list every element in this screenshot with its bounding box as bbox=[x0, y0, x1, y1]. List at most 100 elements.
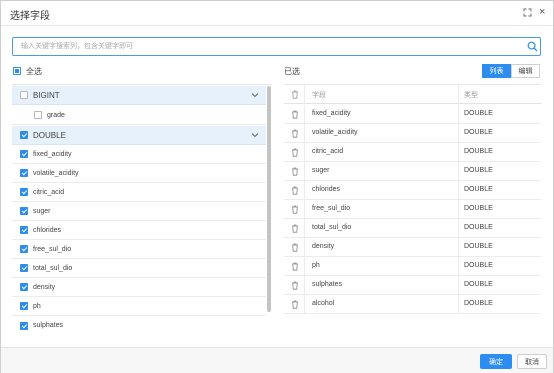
column-divider bbox=[304, 276, 305, 295]
field-label: volatile_acidity bbox=[33, 169, 79, 177]
field-item-citric-acid[interactable]: citric_acid bbox=[12, 183, 266, 202]
row-field-type: DOUBLE bbox=[464, 243, 493, 250]
edit-view-button[interactable]: 编辑 bbox=[511, 64, 540, 78]
group-checkbox[interactable] bbox=[20, 91, 28, 99]
field-checkbox[interactable] bbox=[20, 302, 28, 310]
field-item-grade[interactable]: grade bbox=[12, 106, 266, 125]
selected-fields-table: 字段 类型 fixed_acidity DOUBLE volatile_acid… bbox=[284, 84, 541, 317]
row-field-type: DOUBLE bbox=[464, 167, 493, 174]
ok-button[interactable]: 确定 bbox=[480, 354, 512, 369]
field-checkbox[interactable] bbox=[20, 150, 28, 158]
row-field-name: sulphates bbox=[312, 281, 342, 288]
row-field-name: alcohol bbox=[312, 300, 335, 307]
select-all-box[interactable] bbox=[13, 67, 21, 75]
row-field-name: suger bbox=[312, 167, 330, 174]
chevron-down-icon[interactable] bbox=[251, 92, 259, 98]
field-label: citric_acid bbox=[33, 188, 65, 196]
trash-icon[interactable] bbox=[291, 243, 299, 252]
field-checkbox[interactable] bbox=[20, 207, 28, 215]
search-icon[interactable] bbox=[527, 41, 538, 52]
field-item-sulphates[interactable]: sulphates bbox=[12, 316, 266, 335]
row-field-name: density bbox=[312, 243, 335, 250]
column-header-type: 类型 bbox=[464, 92, 478, 99]
table-row: density DOUBLE bbox=[284, 238, 541, 257]
row-field-name: free_sul_dio bbox=[312, 205, 351, 212]
cancel-button[interactable]: 取消 bbox=[517, 354, 547, 369]
field-checkbox[interactable] bbox=[20, 321, 28, 330]
field-label: density bbox=[33, 283, 56, 291]
list-view-button[interactable]: 列表 bbox=[482, 64, 511, 78]
trash-icon[interactable] bbox=[291, 224, 299, 233]
select-field-dialog: 选择字段 × 全选 已选 列表 编辑 BIGINT grade bbox=[0, 0, 554, 373]
field-item-volatile-acidity[interactable]: volatile_acidity bbox=[12, 164, 266, 183]
table-row: chlorides DOUBLE bbox=[284, 181, 541, 200]
table-row: total_sul_dio DOUBLE bbox=[284, 219, 541, 238]
column-divider bbox=[458, 143, 459, 162]
close-icon[interactable]: × bbox=[539, 5, 545, 19]
group-header-bigint[interactable]: BIGINT bbox=[12, 86, 266, 105]
group-label: BIGINT bbox=[33, 90, 60, 100]
row-field-type: DOUBLE bbox=[464, 281, 493, 288]
field-label: total_sul_dio bbox=[33, 264, 73, 272]
column-divider bbox=[458, 85, 459, 104]
field-item-free-sul-dio[interactable]: free_sul_dio bbox=[12, 240, 266, 259]
table-header: 字段 类型 bbox=[284, 85, 541, 104]
trash-icon[interactable] bbox=[291, 148, 299, 157]
column-divider bbox=[458, 295, 459, 314]
row-field-type: DOUBLE bbox=[464, 224, 493, 231]
field-checkbox[interactable] bbox=[20, 283, 28, 291]
table-row: free_sul_dio DOUBLE bbox=[284, 200, 541, 219]
row-field-type: DOUBLE bbox=[464, 110, 493, 117]
column-divider bbox=[304, 295, 305, 314]
trash-icon[interactable] bbox=[291, 110, 299, 119]
trash-icon[interactable] bbox=[291, 281, 299, 290]
column-divider bbox=[304, 105, 305, 124]
group-checkbox[interactable] bbox=[20, 131, 28, 139]
column-divider bbox=[304, 143, 305, 162]
field-checkbox[interactable] bbox=[34, 111, 42, 119]
field-item-fixed-acidity[interactable]: fixed_acidity bbox=[12, 145, 266, 164]
field-checkbox[interactable] bbox=[20, 264, 28, 272]
column-divider bbox=[304, 181, 305, 200]
trash-icon[interactable] bbox=[291, 90, 299, 99]
column-divider bbox=[458, 238, 459, 257]
field-label: ph bbox=[33, 302, 41, 310]
table-row: fixed_acidity DOUBLE bbox=[284, 105, 541, 124]
trash-icon[interactable] bbox=[291, 186, 299, 195]
field-item-suger[interactable]: suger bbox=[12, 202, 266, 221]
trash-icon[interactable] bbox=[291, 300, 299, 309]
trash-icon[interactable] bbox=[291, 262, 299, 271]
chevron-down-icon[interactable] bbox=[251, 132, 259, 138]
row-field-type: DOUBLE bbox=[464, 148, 493, 155]
view-toggle: 列表 编辑 bbox=[482, 64, 540, 78]
field-label: sulphates bbox=[33, 322, 63, 329]
field-checkbox[interactable] bbox=[20, 188, 28, 196]
column-divider bbox=[304, 219, 305, 238]
group-label: DOUBLE bbox=[33, 130, 66, 140]
field-item-ph[interactable]: ph bbox=[12, 297, 266, 316]
select-all-checkbox[interactable]: 全选 bbox=[13, 66, 42, 76]
column-divider bbox=[458, 219, 459, 238]
dialog-title: 选择字段 bbox=[10, 11, 50, 22]
field-item-density[interactable]: density bbox=[12, 278, 266, 297]
field-checkbox[interactable] bbox=[20, 226, 28, 234]
dialog-title-bar: 选择字段 × bbox=[1, 1, 553, 26]
group-header-double[interactable]: DOUBLE bbox=[12, 126, 266, 145]
search-input[interactable] bbox=[13, 38, 513, 55]
field-item-chlorides[interactable]: chlorides bbox=[12, 221, 266, 240]
row-field-name: chlorides bbox=[312, 186, 341, 193]
trash-icon[interactable] bbox=[291, 205, 299, 214]
row-field-type: DOUBLE bbox=[464, 129, 493, 136]
left-panel-scrollbar[interactable] bbox=[267, 86, 271, 312]
trash-icon[interactable] bbox=[291, 167, 299, 176]
field-checkbox[interactable] bbox=[20, 245, 28, 253]
table-row: sulphates DOUBLE bbox=[284, 276, 541, 295]
expand-icon[interactable] bbox=[523, 8, 532, 17]
field-item-total-sul-dio[interactable]: total_sul_dio bbox=[12, 259, 266, 278]
column-divider bbox=[458, 257, 459, 276]
row-field-name: ph bbox=[312, 262, 320, 269]
trash-icon[interactable] bbox=[291, 129, 299, 138]
column-divider bbox=[304, 85, 305, 104]
field-checkbox[interactable] bbox=[20, 169, 28, 177]
field-label: grade bbox=[47, 111, 65, 119]
